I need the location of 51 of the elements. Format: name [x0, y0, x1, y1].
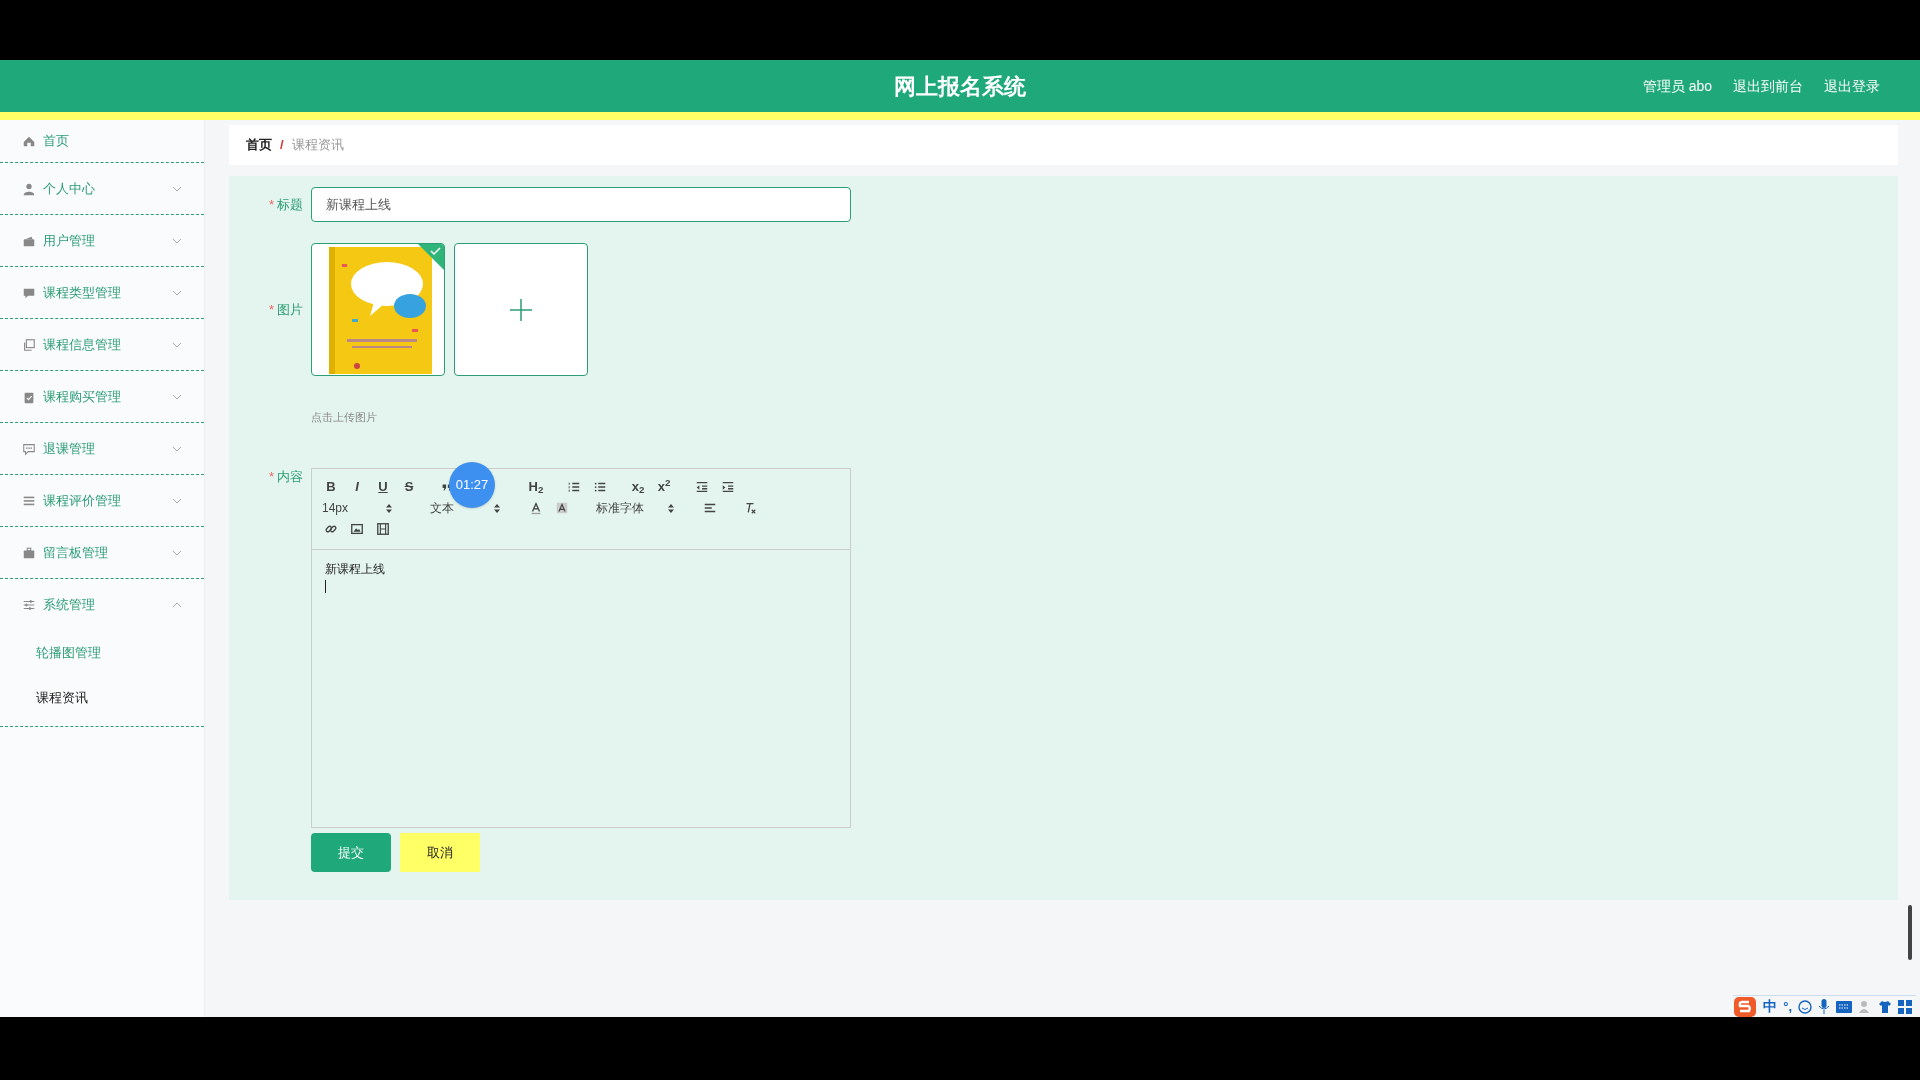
format-button[interactable]: I	[348, 479, 366, 495]
menu-item[interactable]: 用户管理	[0, 215, 204, 266]
menu-item[interactable]: 课程类型管理	[0, 267, 204, 318]
menu-label: 课程类型管理	[43, 283, 122, 302]
submenu-item[interactable]: 轮播图管理	[0, 630, 204, 675]
field-label: 标题	[277, 195, 303, 214]
menu-label: 首页	[43, 132, 70, 151]
format-button[interactable]: U	[374, 479, 392, 495]
header-link[interactable]: 退出到前台	[1733, 75, 1803, 97]
format-button[interactable]: S	[400, 479, 418, 495]
field-label: 图片	[277, 300, 303, 319]
title-input[interactable]: 新课程上线	[311, 187, 851, 222]
format-button[interactable]: B	[322, 479, 340, 495]
format-button[interactable]: x$_{2}$	[629, 479, 647, 495]
menu-item[interactable]: 课程信息管理	[0, 319, 204, 370]
ime-punctuation[interactable]: °,	[1783, 996, 1792, 1017]
header-link[interactable]: 退出登录	[1824, 75, 1880, 97]
breadcrumb-separator: /	[280, 136, 284, 155]
site-title: 网上报名系统	[894, 72, 1026, 101]
required-mark: *	[268, 195, 274, 214]
menu-item[interactable]: 课程购买管理	[0, 371, 204, 422]
menu-label: 留言板管理	[43, 543, 109, 562]
menu-label: 课程信息管理	[43, 335, 122, 354]
upload-hint: 点击上传图片	[311, 409, 377, 425]
field-label: 内容	[277, 468, 303, 486]
menu-label: 退课管理	[43, 439, 96, 458]
menu-label: 课程购买管理	[43, 387, 122, 406]
editor-text: 新课程上线	[325, 561, 386, 578]
format-button[interactable]: H$_{2}$	[527, 479, 545, 495]
menu-item[interactable]: 首页	[0, 120, 204, 162]
menu-item[interactable]: 个人中心	[0, 163, 204, 214]
menu-label: 系统管理	[43, 595, 96, 614]
required-mark: *	[268, 468, 274, 486]
format-button[interactable]: x$^{2}$	[655, 479, 673, 495]
menu-item[interactable]: 系统管理	[0, 579, 204, 630]
menu-label: 个人中心	[43, 179, 96, 198]
breadcrumb-link[interactable]: 首页	[246, 135, 272, 155]
submenu-item[interactable]: 课程资讯	[0, 675, 204, 720]
toolbar-select[interactable]: 14px	[322, 500, 402, 516]
menu-item[interactable]: 退课管理	[0, 423, 204, 474]
submit-button[interactable]: 提交	[311, 833, 391, 872]
cancel-button[interactable]: 取消	[400, 833, 480, 872]
menu-label: 课程评价管理	[43, 491, 122, 510]
required-mark: *	[268, 300, 274, 319]
breadcrumb-current: 课程资讯	[291, 136, 344, 155]
toolbar-select[interactable]: 标准字体	[596, 500, 684, 516]
ime-mode[interactable]: 中	[1763, 996, 1778, 1017]
menu-item[interactable]: 课程评价管理	[0, 475, 204, 526]
menu-label: 用户管理	[43, 231, 96, 250]
menu-item[interactable]: 留言板管理	[0, 527, 204, 578]
admin-link[interactable]: 管理员 abo	[1642, 75, 1712, 97]
